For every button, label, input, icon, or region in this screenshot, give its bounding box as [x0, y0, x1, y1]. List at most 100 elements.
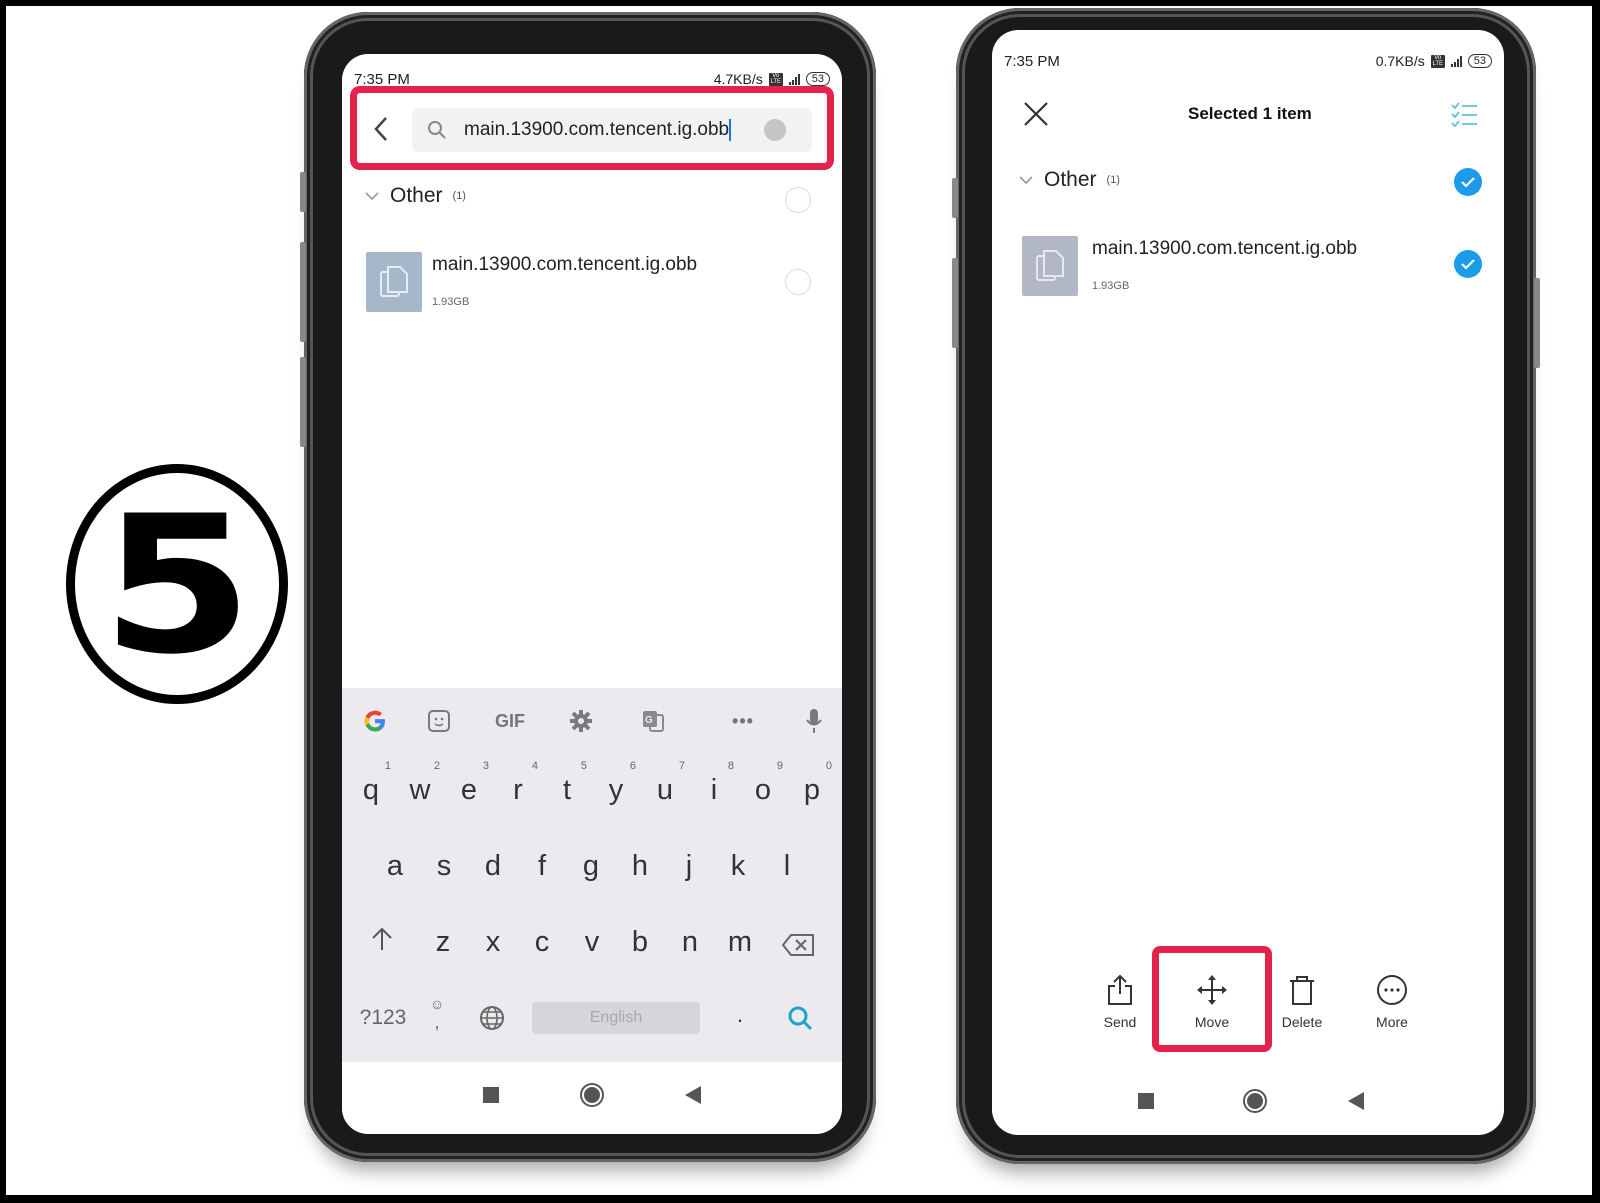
- search-input[interactable]: main.13900.com.tencent.ig.obb: [412, 108, 812, 152]
- key-g[interactable]: g: [571, 850, 611, 883]
- globe-icon: [480, 1006, 504, 1030]
- move-button[interactable]: Move: [1172, 974, 1252, 1030]
- space-bar[interactable]: English: [532, 1002, 700, 1034]
- recents-button[interactable]: [1138, 1093, 1154, 1109]
- back-nav-button[interactable]: [685, 1086, 701, 1104]
- key-v[interactable]: v: [572, 926, 612, 959]
- status-time: 7:35 PM: [354, 70, 410, 88]
- key-h[interactable]: h: [620, 850, 660, 883]
- key-d[interactable]: d: [473, 850, 513, 883]
- back-nav-button[interactable]: [1348, 1092, 1364, 1110]
- back-button[interactable]: [372, 114, 392, 144]
- gear-icon[interactable]: [568, 708, 594, 734]
- language-key[interactable]: [472, 1004, 512, 1040]
- key-j[interactable]: j: [669, 850, 709, 883]
- phone-side-button: [300, 172, 306, 212]
- left-phone: 7:35 PM 4.7KB/s Vo LTE 53 main.13900.com.…: [300, 12, 876, 1162]
- key-i[interactable]: i8: [694, 760, 734, 807]
- home-button[interactable]: [580, 1083, 604, 1107]
- group-header-other[interactable]: Other (1): [364, 184, 466, 208]
- checkmark-icon: [1461, 177, 1475, 188]
- document-icon: [1036, 250, 1064, 281]
- key-t[interactable]: t5: [547, 760, 587, 807]
- file-list-item[interactable]: main.13900.com.tencent.ig.obb 1.93GB: [992, 230, 1504, 310]
- volte-icon: Vo LTE: [1430, 54, 1445, 68]
- search-icon: [428, 121, 446, 139]
- gif-button[interactable]: GIF: [490, 708, 530, 734]
- file-size: 1.93GB: [432, 296, 470, 308]
- translate-icon[interactable]: G: [640, 708, 666, 734]
- group-title: Other: [1044, 168, 1097, 191]
- chevron-down-icon: [1019, 176, 1033, 185]
- backspace-key[interactable]: [778, 932, 818, 965]
- status-bar: 7:35 PM 0.7KB/s Vo LTE 53: [992, 46, 1504, 76]
- key-b[interactable]: b: [620, 926, 660, 959]
- key-r[interactable]: r4: [498, 760, 538, 807]
- google-g-icon[interactable]: [360, 706, 390, 736]
- key-z[interactable]: z: [423, 926, 463, 959]
- group-header-other[interactable]: Other (1): [1018, 168, 1120, 192]
- delete-button[interactable]: Delete: [1262, 974, 1342, 1030]
- text-caret: [729, 118, 732, 141]
- send-button[interactable]: Send: [1080, 974, 1160, 1030]
- more-icon: [1377, 975, 1407, 1005]
- period-key[interactable]: .: [720, 1002, 760, 1028]
- key-p[interactable]: p0: [792, 760, 832, 807]
- key-x[interactable]: x: [473, 926, 513, 959]
- signal-icon: [788, 73, 800, 85]
- key-y[interactable]: y6: [596, 760, 636, 807]
- home-icon: [584, 1087, 600, 1103]
- move-label: Move: [1194, 1014, 1230, 1030]
- soft-keyboard: GIF G ••• q1 w2 e3 r 4 t 5 y 6 u 7 i 8 o…: [342, 688, 842, 1062]
- phone-side-button: [1534, 278, 1540, 368]
- close-icon: [1024, 102, 1048, 126]
- key-q[interactable]: q1: [351, 760, 391, 807]
- checklist-icon: [1451, 102, 1477, 128]
- key-m[interactable]: m: [720, 926, 760, 959]
- home-icon: [1247, 1093, 1263, 1109]
- recents-button[interactable]: [483, 1087, 499, 1103]
- svg-text:G: G: [645, 715, 653, 726]
- select-all-button[interactable]: [1450, 100, 1480, 130]
- symbols-key[interactable]: ?123: [356, 1006, 410, 1030]
- key-e[interactable]: e3: [449, 760, 489, 807]
- key-k[interactable]: k: [718, 850, 758, 883]
- key-s[interactable]: s: [424, 850, 464, 883]
- chevron-left-icon: [374, 117, 387, 141]
- home-button[interactable]: [1243, 1089, 1267, 1113]
- group-title: Other: [390, 184, 443, 207]
- key-n[interactable]: n: [670, 926, 710, 959]
- group-select-radio[interactable]: [785, 187, 811, 213]
- net-speed: 0.7KB/s: [1375, 53, 1425, 69]
- file-size: 1.93GB: [1092, 280, 1130, 292]
- key-w[interactable]: w2: [400, 760, 440, 807]
- emoji-comma-key[interactable]: ☺ ,: [422, 996, 452, 1033]
- mic-icon[interactable]: [802, 706, 826, 736]
- group-count: (1): [1106, 174, 1120, 186]
- trash-icon: [1290, 976, 1314, 1005]
- share-icon: [1108, 974, 1132, 1005]
- file-list-item[interactable]: main.13900.com.tencent.ig.obb 1.93GB: [342, 244, 842, 324]
- key-f[interactable]: f: [522, 850, 562, 883]
- search-query: main.13900.com.tencent.ig.obb: [464, 118, 732, 141]
- key-c[interactable]: c: [522, 926, 562, 959]
- file-select-radio[interactable]: [785, 269, 811, 295]
- key-o[interactable]: o9: [743, 760, 783, 807]
- battery-indicator: 53: [805, 72, 830, 86]
- file-selected-checkbox[interactable]: [1454, 250, 1482, 278]
- sticker-icon[interactable]: [426, 708, 452, 734]
- key-l[interactable]: l: [767, 850, 807, 883]
- key-u[interactable]: u7: [645, 760, 685, 807]
- search-key[interactable]: [780, 1004, 820, 1040]
- more-dots-icon[interactable]: •••: [728, 708, 758, 734]
- key-a[interactable]: a: [375, 850, 415, 883]
- more-button[interactable]: More: [1352, 974, 1432, 1030]
- group-selected-checkbox[interactable]: [1454, 168, 1482, 196]
- phone-side-button: [952, 178, 958, 218]
- tutorial-canvas: 5 7:35 PM 4.7KB/s Vo LTE 53 main.13900.c…: [6, 6, 1592, 1195]
- close-selection-button[interactable]: [1022, 100, 1050, 128]
- delete-label: Delete: [1281, 1014, 1323, 1030]
- clear-search-button[interactable]: [764, 119, 786, 141]
- shift-key[interactable]: [362, 926, 402, 960]
- system-nav-bar: [992, 1068, 1504, 1128]
